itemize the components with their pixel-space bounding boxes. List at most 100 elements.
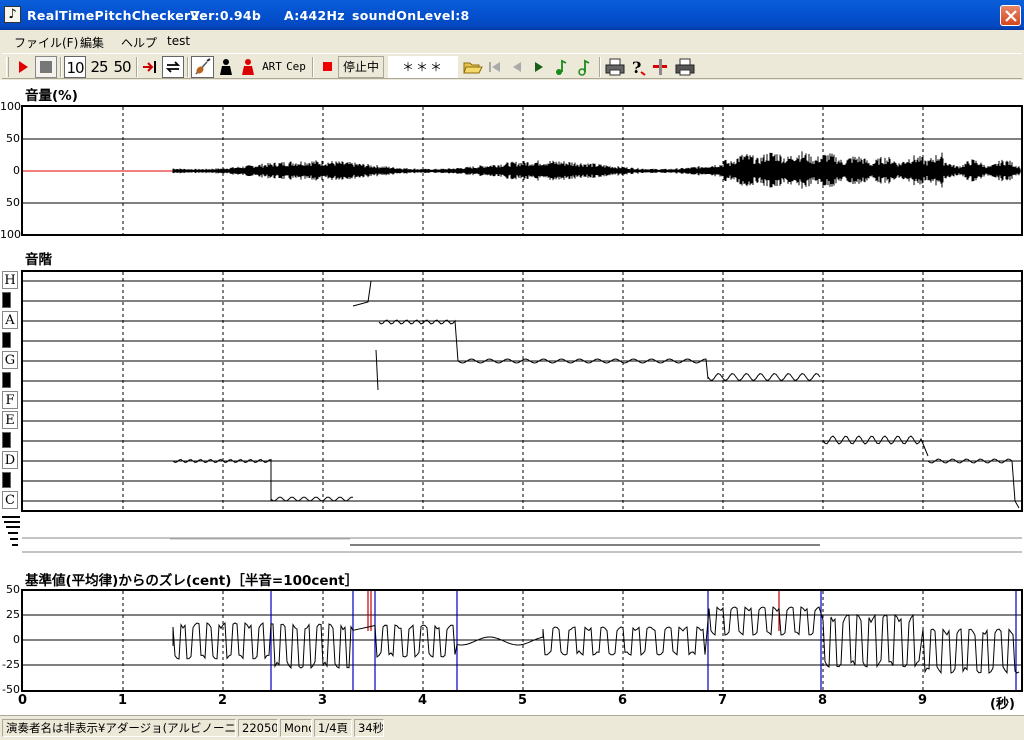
menu-test[interactable]: test <box>167 34 190 48</box>
art-button[interactable]: ART <box>261 56 283 78</box>
menu-file[interactable]: ファイル(F) <box>14 34 78 51</box>
status-bar: 演奏者名は非表示¥アダージョ(アルビノーニ).wav 22050 Mono 1/… <box>0 715 1024 740</box>
go-first-button[interactable] <box>485 56 505 78</box>
print-setup-button[interactable] <box>674 56 696 78</box>
cent-deviation-trace <box>23 591 1021 690</box>
volume-plot[interactable] <box>21 105 1023 236</box>
person-icon <box>220 59 232 75</box>
time-tick: 0 <box>18 693 28 708</box>
waveform-path <box>172 151 1021 189</box>
status-duration: 34秒 <box>354 719 384 737</box>
music-note-icon <box>556 59 567 75</box>
speed-50-button[interactable]: 50 <box>111 56 133 78</box>
lower-keyboard-strip <box>2 516 1022 553</box>
toolbar-grip <box>6 57 9 77</box>
volume-ytick: 50 <box>6 196 20 209</box>
cent-ytick: 25 <box>6 608 20 621</box>
volume-waveform <box>23 107 1021 234</box>
printer-setup-icon <box>675 58 695 76</box>
note-green-button[interactable] <box>551 56 571 78</box>
arrow-to-end-icon <box>143 61 156 73</box>
skip-first-icon <box>489 62 500 72</box>
status-file-name: 演奏者名は非表示¥アダージョ(アルビノーニ).wav <box>2 719 236 737</box>
cent-ytick: 0 <box>13 633 20 646</box>
printer-icon <box>605 58 625 76</box>
help-question-icon: ? <box>632 58 646 77</box>
status-page: 1/4頁 <box>314 719 352 737</box>
stop-icon <box>40 61 52 73</box>
close-button[interactable] <box>1000 5 1021 26</box>
time-tick: 2 <box>218 693 228 708</box>
performer-black-button[interactable] <box>216 56 236 78</box>
cent-panel-title: 基準値(平均律)からのズレ(cent)［半音=100cent］ <box>25 573 359 589</box>
status-text: 停止中 <box>338 56 384 78</box>
jump-end-button[interactable] <box>140 56 160 78</box>
black-key <box>2 472 11 488</box>
close-icon <box>1005 10 1017 22</box>
go-next-button[interactable] <box>529 56 549 78</box>
previous-icon <box>513 62 521 72</box>
black-key <box>2 432 11 448</box>
red-square-icon <box>323 62 332 71</box>
time-tick: 9 <box>918 693 928 708</box>
time-tick: 5 <box>518 693 528 708</box>
a-frequency-label: A:442Hz <box>284 8 345 23</box>
note-display: ＊＊＊ <box>388 56 458 78</box>
pitch-path <box>172 280 1020 509</box>
record-stop-indicator <box>318 56 338 78</box>
performer-red-button[interactable] <box>238 56 258 78</box>
window-title: RealTimePitchChecker2 <box>27 8 200 23</box>
menu-edit[interactable]: 編集 <box>80 34 104 51</box>
note-label-f: F <box>2 391 18 409</box>
loop-icon <box>165 61 181 73</box>
time-tick: 7 <box>718 693 728 708</box>
time-tick: 8 <box>818 693 828 708</box>
note-label-h: H <box>2 271 18 289</box>
note-label-c: C <box>2 491 18 509</box>
toolbar: 10 25 50 ART Cep 停止中 ＊＊＊ ? <box>2 53 1022 79</box>
menu-bar: ファイル(F) 編集 ヘルプ test <box>0 31 1024 52</box>
cep-button[interactable]: Cep <box>285 56 307 78</box>
violin-icon <box>195 58 211 75</box>
note-label-d: D <box>2 451 18 469</box>
marker-button[interactable] <box>650 56 670 78</box>
note-label-g: G <box>2 351 18 369</box>
cent-deviation-plot[interactable] <box>21 589 1023 692</box>
note-label-e: E <box>2 411 18 429</box>
menu-help[interactable]: ヘルプ <box>121 34 157 51</box>
svg-text:?: ? <box>632 58 641 77</box>
app-icon[interactable]: ♪ <box>4 6 21 23</box>
volume-ytick: 50 <box>6 132 20 145</box>
play-button[interactable] <box>12 56 34 78</box>
version-label: Ver:0.94b <box>190 8 262 23</box>
volume-ytick: 0 <box>13 164 20 177</box>
time-unit-label: (秒) <box>990 697 1015 712</box>
time-tick: 1 <box>118 693 128 708</box>
stop-button[interactable] <box>35 56 57 78</box>
play-icon <box>19 61 28 73</box>
black-key <box>2 292 11 308</box>
volume-ytick: 100 <box>0 100 21 113</box>
title-bar: ♪ RealTimePitchChecker2 Ver:0.94b A:442H… <box>0 0 1024 30</box>
loop-button[interactable] <box>162 56 184 78</box>
print-button[interactable] <box>604 56 626 78</box>
folder-open-icon <box>463 62 483 74</box>
person-red-icon <box>242 59 254 75</box>
cent-ytick: 50 <box>6 583 20 596</box>
note-outline-button[interactable] <box>574 56 594 78</box>
help-button[interactable]: ? <box>628 56 648 78</box>
open-file-button[interactable] <box>462 56 483 78</box>
crosshair-marker-icon <box>653 59 667 75</box>
violin-button[interactable] <box>191 56 214 78</box>
time-tick: 4 <box>418 693 428 708</box>
time-tick: 6 <box>618 693 628 708</box>
pitch-trace <box>23 272 1021 510</box>
time-tick: 3 <box>318 693 328 708</box>
go-previous-button[interactable] <box>507 56 527 78</box>
status-channels: Mono <box>280 719 312 737</box>
speed-25-button[interactable]: 25 <box>88 56 110 78</box>
pitch-panel-title: 音階 <box>25 252 52 268</box>
pitch-plot[interactable] <box>21 270 1023 512</box>
speed-10-button[interactable]: 10 <box>64 56 86 78</box>
black-key <box>2 332 11 348</box>
